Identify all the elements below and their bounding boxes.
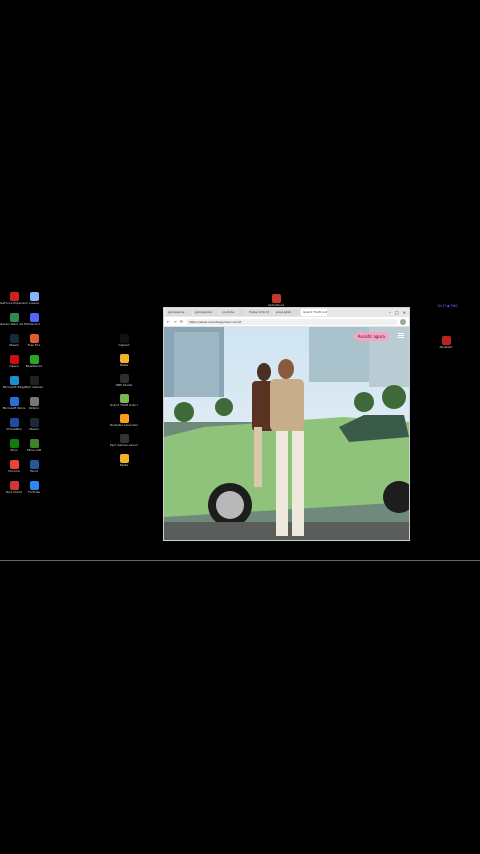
app-icon — [29, 418, 39, 427]
desktop-icon[interactable]: Epic Games Launcher — [110, 434, 138, 448]
app-icon — [29, 334, 39, 343]
desktop-icon-label: Minecraft — [26, 449, 42, 452]
browser-tab[interactable]: Grand Theft Auto — [301, 309, 327, 316]
app-icon — [29, 355, 39, 364]
app-icon — [29, 376, 39, 385]
taskbar-divider — [0, 560, 480, 561]
desktop-icon[interactable]: Discord — [20, 313, 48, 327]
app-icon — [29, 439, 39, 448]
app-icon — [119, 414, 129, 423]
desktop-icon-label: Roblox — [28, 407, 40, 410]
desktop-icon[interactable]: Pasta — [110, 454, 138, 468]
desktop-icon-label: Pasta — [119, 364, 129, 367]
page-content: Assistir agora — [164, 327, 409, 540]
app-icon — [271, 294, 281, 303]
desktop-icon[interactable]: Minecraft — [20, 439, 48, 453]
desktop-icon-label: Discord — [28, 323, 40, 326]
app-icon — [9, 334, 19, 343]
hamburger-menu-icon[interactable] — [398, 333, 404, 339]
desktop-icon[interactable]: Steam — [20, 418, 48, 432]
watch-now-button[interactable]: Assistir agora — [353, 332, 389, 341]
app-icon — [119, 394, 129, 403]
desktop-icon[interactable]: BlueStacks — [20, 355, 48, 369]
app-icon — [9, 355, 19, 364]
app-icon — [29, 292, 39, 301]
app-icon — [119, 374, 129, 383]
desktop-icon-label: Epic Games — [25, 386, 43, 389]
profile-avatar[interactable] — [400, 318, 406, 325]
desktop-icon[interactable]: Lixeira — [20, 292, 48, 306]
desktop-icon-label: Atualizar — [439, 346, 453, 349]
app-icon — [119, 334, 129, 343]
desktop-icon-label: Epic Games Launcher — [110, 444, 138, 447]
desktop-icon[interactable]: Epic Games — [20, 376, 48, 390]
close-button[interactable]: ✕ — [403, 310, 406, 315]
desktop-icon-label: Steam — [29, 428, 39, 431]
back-button[interactable]: ← — [167, 319, 170, 324]
app-icon — [9, 313, 19, 322]
desktop-icon-label: Free Fire — [27, 344, 41, 347]
browser-tab[interactable]: Trailer GTA VI — [247, 309, 273, 316]
reload-button[interactable]: ⟳ — [180, 319, 183, 324]
desktop-icon-label: Grand Theft Auto V — [110, 404, 138, 407]
forward-button[interactable]: → — [173, 319, 176, 324]
app-icon — [9, 439, 19, 448]
desktop-icon-label: Word — [30, 470, 38, 473]
app-icon — [119, 434, 129, 443]
app-icon — [29, 397, 39, 406]
desktop-icon[interactable]: Grand Theft Auto V — [110, 394, 138, 408]
desktop-icon[interactable]: Word — [20, 460, 48, 474]
hero-artwork — [164, 327, 409, 540]
browser-tab[interactable]: youtube — [220, 309, 246, 316]
app-icon — [441, 336, 451, 345]
desktop-icon-label: Fortnite — [28, 491, 40, 494]
desktop-icon[interactable]: Fortnite — [20, 481, 48, 495]
system-tray[interactable]: Wi-Fi ▪ ENG — [438, 304, 459, 308]
app-icon — [29, 460, 39, 469]
window-controls: – □ ✕ — [389, 310, 409, 315]
desktop-icon[interactable]: CapCut — [110, 334, 138, 348]
desktop-icon-label: Rockstar Launcher — [110, 424, 138, 427]
app-icon — [119, 454, 129, 463]
desktop-icon-label: OBS Studio — [115, 384, 133, 387]
browser-tab[interactable]: www.gta6 — [274, 309, 300, 316]
browser-tab[interactable]: gamesplus — [166, 309, 192, 316]
desktop-icon-label: BlueStacks — [25, 365, 43, 368]
app-icon — [9, 481, 19, 490]
app-icon — [119, 354, 129, 363]
desktop-icon[interactable]: Free Fire — [20, 334, 48, 348]
desktop-icon-label: CapCut — [118, 344, 130, 347]
desktop-icon[interactable]: OBS Studio — [110, 374, 138, 388]
desktop-icon-right[interactable]: Atualizar — [432, 336, 460, 350]
desktop-icon[interactable]: Pasta — [110, 354, 138, 368]
app-icon — [9, 292, 19, 301]
minimize-button[interactable]: – — [389, 310, 391, 315]
desktop-icon-label: Lixeira — [29, 302, 39, 305]
app-icon — [29, 481, 39, 490]
maximize-button[interactable]: □ — [395, 310, 399, 315]
address-bar-row: ← → ⟳ https://www.rockstargames.com/VI — [164, 317, 409, 327]
app-icon — [9, 376, 19, 385]
app-icon — [9, 397, 19, 406]
desktop-icon[interactable]: Roblox — [20, 397, 48, 411]
desktop-icon-top[interactable]: Aplicativos — [262, 294, 290, 308]
address-input[interactable]: https://www.rockstargames.com/VI — [186, 318, 397, 325]
browser-window[interactable]: gamesplus gamegrabs youtube Trailer GTA VI w… — [163, 307, 410, 541]
app-icon — [9, 418, 19, 427]
tab-strip: gamesplus gamegrabs youtube Trailer GTA VI w… — [164, 308, 409, 317]
app-icon — [29, 313, 39, 322]
browser-tab[interactable]: gamegrabs — [193, 309, 219, 316]
desktop-icon[interactable]: Rockstar Launcher — [110, 414, 138, 428]
desktop-icon-label: Pasta — [119, 464, 129, 467]
app-icon — [9, 460, 19, 469]
